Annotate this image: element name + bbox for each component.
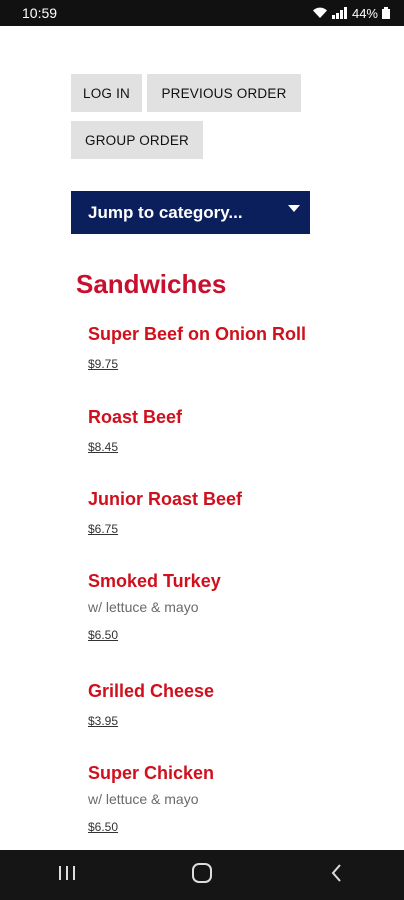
menu-item[interactable]: Grilled Cheese $3.95 <box>88 680 388 728</box>
previous-order-button[interactable]: PREVIOUS ORDER <box>147 74 301 112</box>
android-nav-bar <box>0 850 404 900</box>
jump-label: Jump to category... <box>88 202 243 222</box>
login-button[interactable]: LOG IN <box>71 74 142 112</box>
item-description: w/ lettuce & mayo <box>88 791 199 807</box>
home-button[interactable] <box>172 855 232 895</box>
item-price[interactable]: $6.75 <box>88 522 388 536</box>
recents-icon <box>57 864 77 887</box>
signal-icon <box>331 7 348 19</box>
battery-text: 44% <box>351 5 378 21</box>
item-name[interactable]: Super Beef on Onion Roll <box>88 323 388 345</box>
category-title: Sandwiches <box>76 269 227 299</box>
caret-down-icon <box>288 205 300 212</box>
menu-item[interactable]: Roast Beef $8.45 <box>88 406 388 454</box>
status-icons: 44% <box>312 6 390 21</box>
item-price[interactable]: $8.45 <box>88 440 388 454</box>
back-button[interactable] <box>307 855 367 895</box>
item-price[interactable]: $3.95 <box>88 714 388 728</box>
item-price[interactable]: $6.50 <box>88 628 388 642</box>
status-bar: 10:59 44% <box>0 0 404 26</box>
item-name[interactable]: Grilled Cheese <box>88 680 388 702</box>
item-name[interactable]: Junior Roast Beef <box>88 488 388 510</box>
menu-item[interactable]: Smoked Turkey w/ lettuce & mayo $6.50 <box>88 570 388 642</box>
item-price[interactable]: $9.75 <box>88 357 388 371</box>
recents-button[interactable] <box>37 855 97 895</box>
home-icon <box>191 862 213 889</box>
item-description: w/ lettuce & mayo <box>88 599 199 615</box>
back-icon <box>330 863 344 888</box>
menu-item[interactable]: Super Chicken w/ lettuce & mayo $6.50 <box>88 762 388 834</box>
menu-item[interactable]: Junior Roast Beef $6.75 <box>88 488 388 536</box>
item-name[interactable]: Super Chicken <box>88 762 388 784</box>
item-price[interactable]: $6.50 <box>88 820 388 834</box>
wifi-icon <box>312 7 328 19</box>
item-name[interactable]: Smoked Turkey <box>88 570 388 592</box>
battery-icon <box>382 7 390 19</box>
menu-content: LOG IN PREVIOUS ORDER GROUP ORDER Jump t… <box>0 26 404 850</box>
item-name[interactable]: Roast Beef <box>88 406 388 428</box>
menu-item[interactable]: Super Beef on Onion Roll $9.75 <box>88 323 388 371</box>
status-time: 10:59 <box>22 5 58 21</box>
group-order-button[interactable]: GROUP ORDER <box>71 121 203 159</box>
jump-to-category-select[interactable]: Jump to category... <box>71 191 310 234</box>
